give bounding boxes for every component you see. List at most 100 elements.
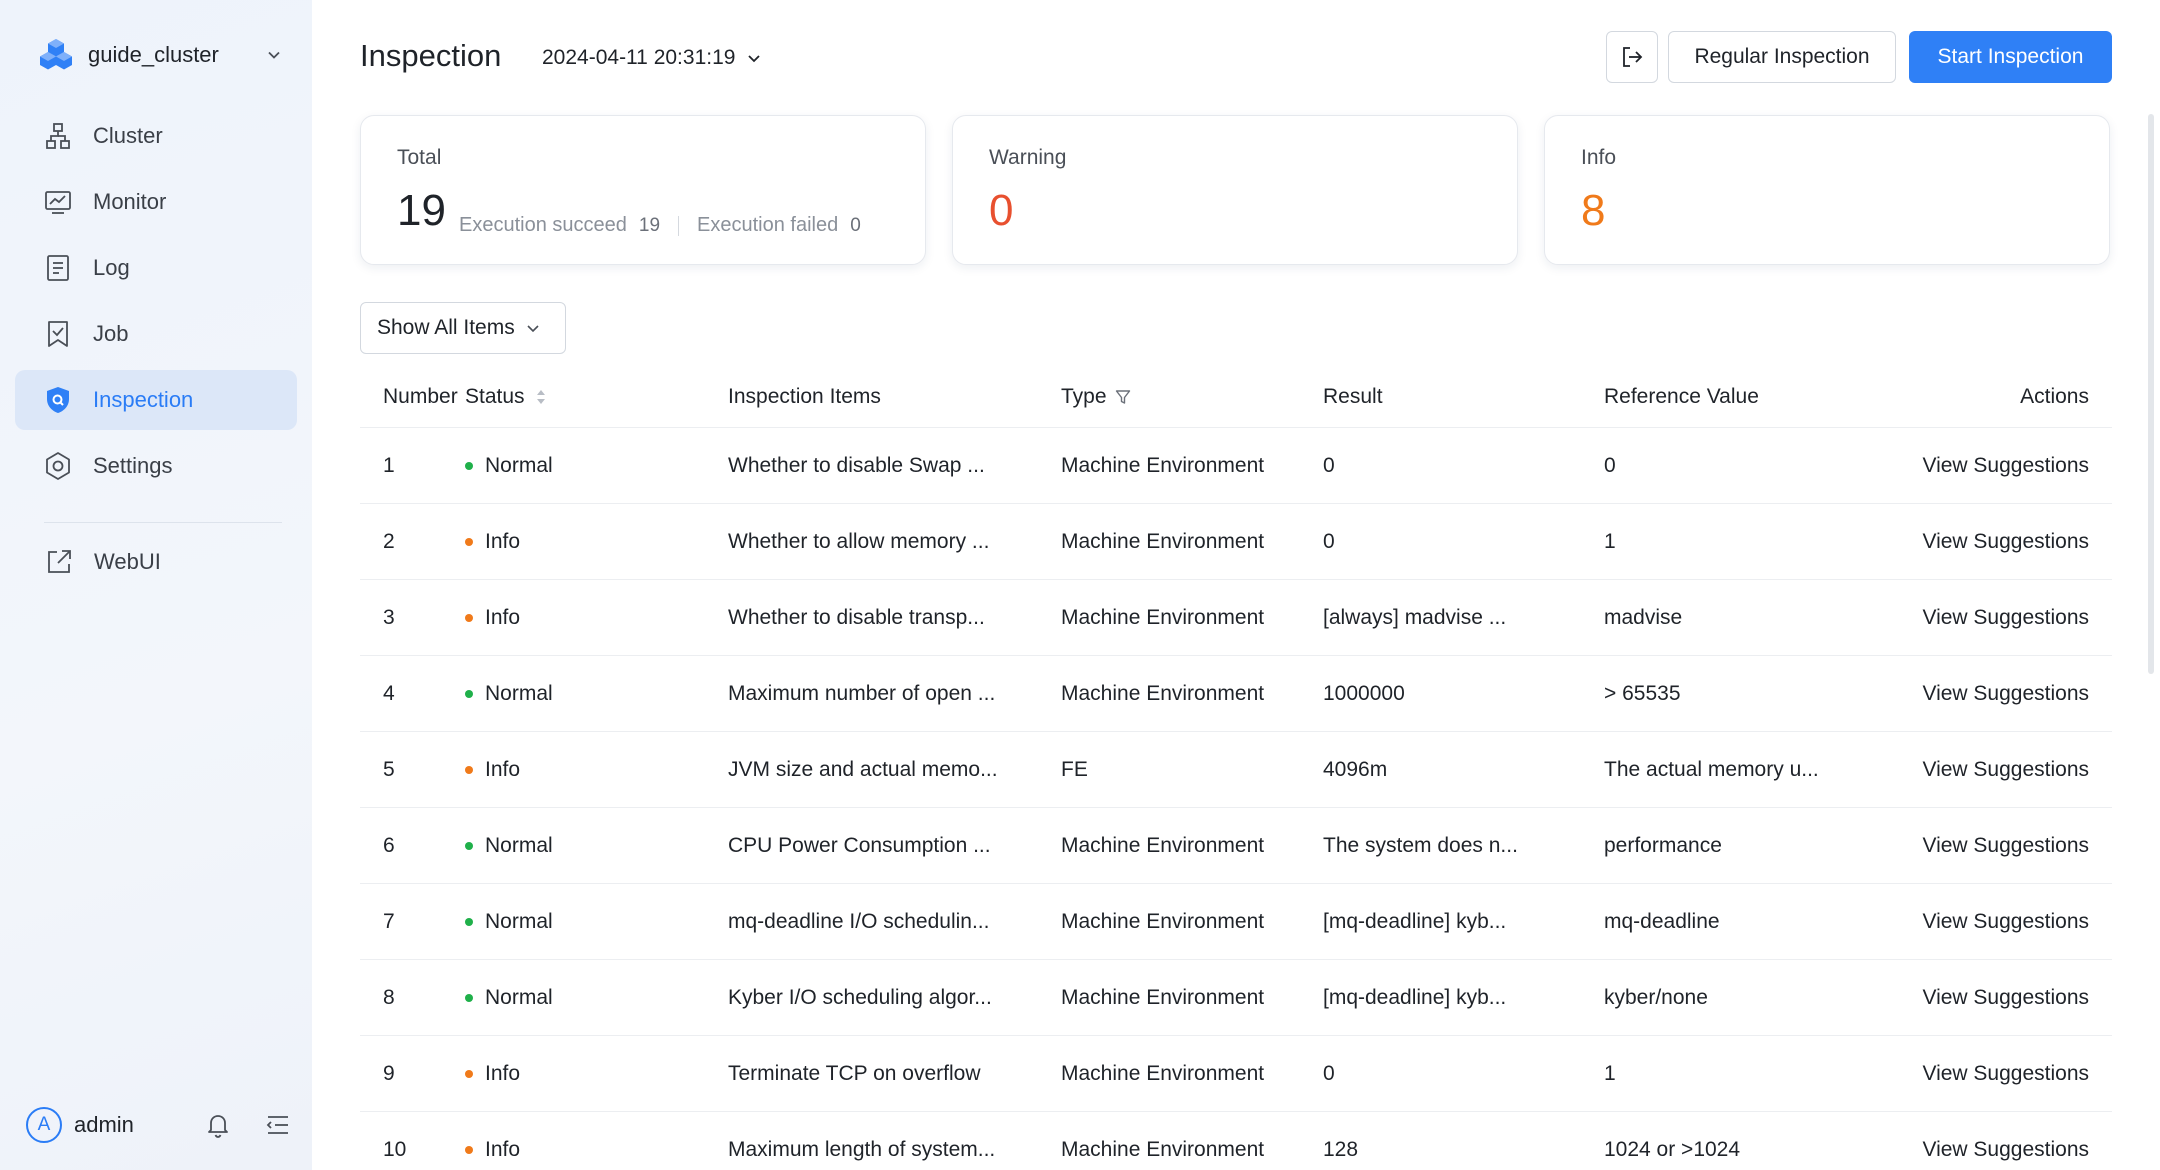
view-suggestions-link[interactable]: View Suggestions: [1892, 454, 2112, 478]
sidebar-item-settings[interactable]: Settings: [15, 436, 297, 496]
row-reference-value: madvise: [1604, 605, 1683, 629]
start-inspection-button[interactable]: Start Inspection: [1909, 31, 2112, 83]
row-inspection-item: Terminate TCP on overflow: [728, 1061, 981, 1085]
sidebar-item-label: Settings: [93, 453, 173, 478]
cluster-icon: [46, 123, 70, 149]
row-result: [always] madvise ...: [1323, 605, 1507, 629]
scrollbar[interactable]: [2148, 114, 2154, 674]
table-row: 4 Normal Maximum number of open ... Machine…: [360, 656, 2112, 732]
inspection-date-value: 2024-04-11 20:31:19: [542, 46, 736, 69]
sidebar-item-label: Inspection: [93, 387, 194, 412]
table-row: 9 Info Terminate TCP on overflow Machine En…: [360, 1036, 2112, 1112]
column-number: Number: [383, 384, 458, 408]
row-number: 4: [383, 681, 395, 705]
sidebar-item-monitor[interactable]: Monitor: [15, 172, 297, 232]
failed-label: Execution failed: [697, 214, 839, 236]
user-bar: A admin: [26, 1104, 292, 1146]
row-inspection-item: Maximum length of system...: [728, 1137, 996, 1161]
table-header: Number Status Inspection Items Type Resu…: [360, 366, 2112, 428]
shield-icon: [47, 387, 69, 413]
table-row: 7 Normal mq-deadline I/O schedulin... Machi…: [360, 884, 2112, 960]
sidebar-item-label: Log: [93, 255, 130, 280]
row-reference-value: performance: [1604, 833, 1722, 857]
view-suggestions-link[interactable]: View Suggestions: [1892, 530, 2112, 554]
row-status: Info: [465, 758, 728, 782]
sidebar-item-webui[interactable]: WebUI: [15, 532, 297, 592]
sidebar-nav: Cluster Monitor Log Job Inspection Setti…: [15, 106, 297, 502]
info-label: Info: [1581, 146, 1617, 169]
warning-value: 0: [989, 186, 1014, 235]
sidebar-item-job[interactable]: Job: [15, 304, 297, 364]
monitor-icon: [45, 191, 71, 214]
avatar[interactable]: A: [26, 1107, 62, 1143]
status-dot: [465, 917, 473, 926]
view-suggestions-link[interactable]: View Suggestions: [1892, 1062, 2112, 1086]
sort-icon[interactable]: [533, 387, 549, 407]
view-suggestions-link[interactable]: View Suggestions: [1892, 834, 2112, 858]
job-icon: [48, 321, 68, 347]
status-label: Normal: [485, 985, 553, 1009]
succeed-label: Execution succeed: [459, 214, 627, 236]
row-reference-value: 1: [1604, 1061, 1616, 1085]
row-number: 3: [383, 605, 395, 629]
row-type: Machine Environment: [1061, 453, 1265, 477]
filter-icon[interactable]: [1115, 387, 1131, 407]
row-reference-value: 1024 or >1024: [1604, 1137, 1741, 1161]
status-label: Normal: [485, 909, 553, 933]
view-suggestions-link[interactable]: View Suggestions: [1892, 682, 2112, 706]
table-row: 8 Normal Kyber I/O scheduling algor... Mach…: [360, 960, 2112, 1036]
status-dot: [465, 461, 473, 470]
gear-icon: [46, 452, 70, 480]
collapse-menu-icon[interactable]: [264, 1111, 292, 1139]
row-number: 7: [383, 909, 395, 933]
status-label: Normal: [485, 453, 553, 477]
row-status: Normal: [465, 910, 728, 934]
stats-divider: [678, 215, 680, 236]
view-suggestions-link[interactable]: View Suggestions: [1892, 986, 2112, 1010]
row-status: Normal: [465, 454, 728, 478]
row-reference-value: 0: [1604, 453, 1616, 477]
cluster-switcher[interactable]: guide_cluster: [36, 34, 292, 76]
row-reference-value: > 65535: [1604, 681, 1681, 705]
inspection-table: Number Status Inspection Items Type Resu…: [360, 366, 2112, 1170]
row-status: Normal: [465, 986, 728, 1010]
sidebar-item-inspection[interactable]: Inspection: [15, 370, 297, 430]
view-suggestions-link[interactable]: View Suggestions: [1892, 606, 2112, 630]
regular-inspection-button[interactable]: Regular Inspection: [1668, 31, 1896, 83]
row-inspection-item: Maximum number of open ...: [728, 681, 996, 705]
show-items-filter-value: Show All Items: [377, 316, 515, 339]
sidebar-item-label: WebUI: [94, 549, 161, 574]
chevron-down-icon: [748, 55, 761, 63]
row-type: Machine Environment: [1061, 529, 1265, 553]
row-result: 0: [1323, 453, 1335, 477]
succeed-value: 19: [638, 214, 661, 236]
column-reference-value: Reference Value: [1604, 384, 1759, 408]
view-suggestions-link[interactable]: View Suggestions: [1892, 910, 2112, 934]
row-type: Machine Environment: [1061, 909, 1265, 933]
column-type[interactable]: Type: [1061, 385, 1323, 409]
total-label: Total: [397, 146, 442, 169]
chevron-down-icon: [527, 325, 539, 333]
info-value: 8: [1581, 186, 1606, 235]
show-items-filter[interactable]: Show All Items: [360, 302, 566, 354]
sidebar-item-cluster[interactable]: Cluster: [15, 106, 297, 166]
export-icon: [1623, 47, 1643, 67]
view-suggestions-link[interactable]: View Suggestions: [1892, 1138, 2112, 1162]
inspection-date-select[interactable]: 2024-04-11 20:31:19: [542, 46, 763, 70]
row-number: 2: [383, 529, 395, 553]
row-result: 0: [1323, 1061, 1335, 1085]
table-row: 6 Normal CPU Power Consumption ... Machine …: [360, 808, 2112, 884]
export-button[interactable]: [1606, 31, 1658, 83]
column-type-label: Type: [1061, 384, 1107, 408]
sidebar-item-label: Cluster: [93, 123, 163, 148]
user-name[interactable]: admin: [74, 1112, 204, 1138]
sidebar-item-log[interactable]: Log: [15, 238, 297, 298]
bell-icon[interactable]: [204, 1111, 232, 1139]
view-suggestions-link[interactable]: View Suggestions: [1892, 758, 2112, 782]
row-result: The system does n...: [1323, 833, 1518, 857]
row-number: 10: [383, 1137, 407, 1161]
status-dot: [465, 1069, 473, 1078]
column-status[interactable]: Status: [465, 385, 728, 409]
row-result: 1000000: [1323, 681, 1405, 705]
warning-label: Warning: [989, 146, 1067, 169]
